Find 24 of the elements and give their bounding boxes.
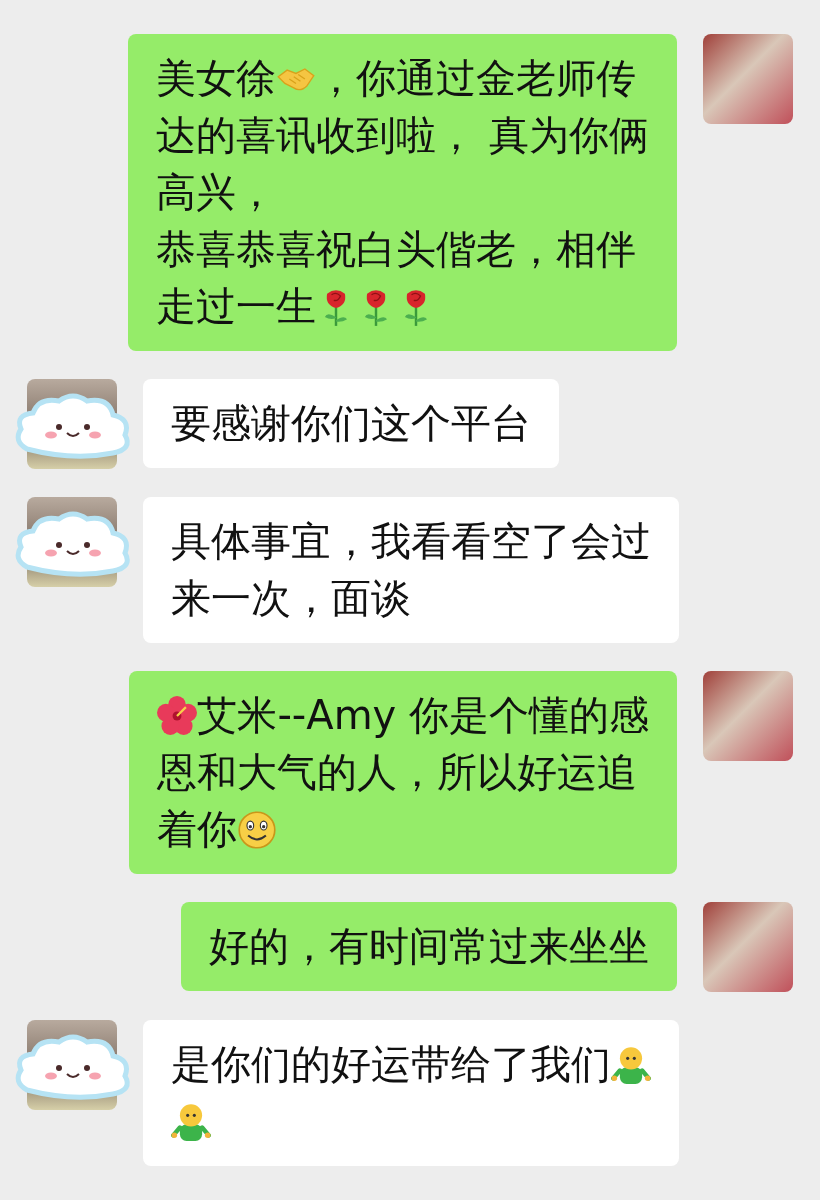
avatar-with-cloud-sticker-drawing[interactable] (13, 497, 133, 587)
avatar-with-cloud-sticker-drawing[interactable] (13, 379, 133, 469)
message-text: 走过一生 (156, 283, 317, 329)
message-text: 着你 (157, 806, 238, 852)
smiley-icon (237, 810, 278, 850)
message-text: 艾米--Amy 你是个懂的感 (197, 692, 649, 738)
message-text: 好的，有时间常过来坐坐 (209, 923, 649, 969)
message-text: 是你们的好运带给了我们 (171, 1041, 611, 1087)
avatar-with-cloud-sticker-drawing[interactable] (13, 1020, 133, 1110)
message-text: 恩和大气的人，所以好运追 (157, 749, 638, 795)
avatar-photo-placeholder[interactable] (703, 34, 793, 124)
message-text: 达的喜讯收到啦， 真为你俩 (156, 112, 649, 158)
message-text: 要感谢你们这个平台 (171, 400, 531, 446)
figure-icon (611, 1045, 651, 1085)
message-text: 高兴， (156, 169, 277, 215)
message-text: 具体事宜，我看看空了会过 (171, 518, 651, 564)
flower-icon (157, 696, 198, 736)
message-text: 恭喜恭喜祝白头偕老，相伴 (156, 226, 637, 272)
avatar-photo-placeholder[interactable] (703, 902, 793, 992)
message-text: ，你通过金老师传 (316, 55, 637, 101)
message-text: 来一次，面谈 (171, 575, 411, 621)
message-text: 美女徐 (156, 55, 277, 101)
avatar-photo-placeholder[interactable] (703, 671, 793, 761)
figure-icon (171, 1102, 211, 1142)
